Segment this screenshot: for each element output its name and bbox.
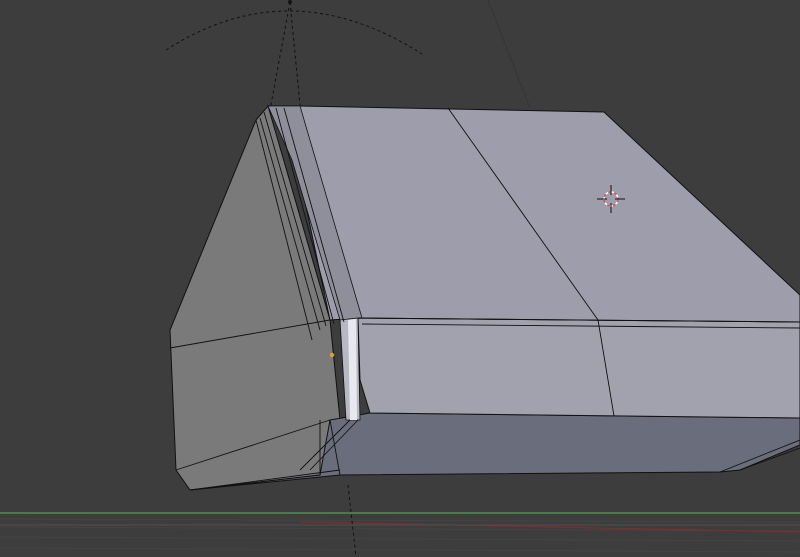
mesh-object[interactable] — [169, 104, 800, 491]
selected-vertex[interactable] — [329, 352, 335, 358]
floor-grid — [0, 512, 800, 553]
3d-viewport[interactable] — [0, 0, 800, 557]
viewport-canvas[interactable] — [0, 0, 800, 557]
front-face[interactable] — [357, 317, 800, 419]
